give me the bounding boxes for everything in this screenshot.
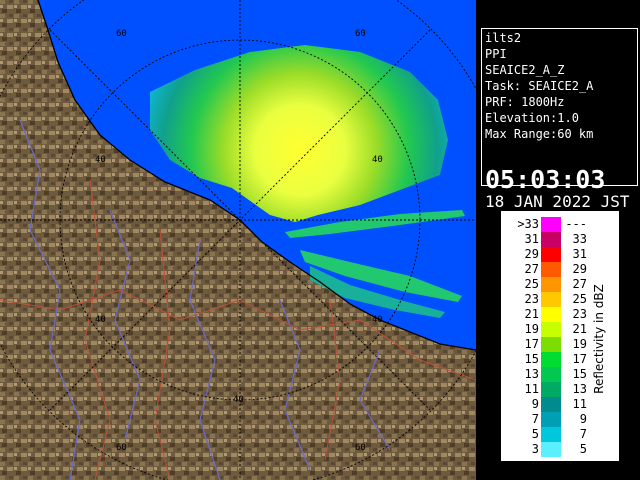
legend-min-value: 3 [531,442,539,456]
legend-swatch [541,412,561,427]
legend-swatch [541,247,561,262]
legend-swatch [541,367,561,382]
range-label: 40 [233,395,244,405]
legend-swatch [541,277,561,292]
legend-swatch [541,262,561,277]
legend-max-value: 25 [572,292,587,306]
legend-swatch [541,322,561,337]
legend-max-value: 19 [572,337,587,351]
info-prf: PRF: 1800Hz [485,95,565,109]
legend-max-value: 15 [572,367,587,381]
legend-max-value: 29 [572,262,587,276]
legend-row: 9 11 [501,397,621,412]
info-product: SEAICE2_A_Z [485,63,565,77]
legend-min-value: 17 [524,337,539,351]
info-elevation: Elevation:1.0 [485,111,579,125]
legend-swatch [541,397,561,412]
legend-min-value: 27 [524,262,539,276]
legend-row: 57 [501,427,621,442]
range-label: 40 [95,155,106,165]
range-label: 60 [116,29,127,39]
legend-max-value: 33 [572,232,587,246]
range-label: 60 [355,29,366,39]
legend-max-value: 9 [579,412,587,426]
legend-min-value: 15 [524,352,539,366]
info-task: Task: SEAICE2_A [485,79,594,93]
radar-ppi-map: 60 60 40 40 40 40 40 60 60 [0,0,476,480]
legend-row: 35 [501,442,621,457]
info-scan-type: PPI [485,47,507,61]
range-label: 60 [355,443,366,453]
legend-min-value: 25 [524,277,539,291]
range-label: 40 [95,315,106,325]
info-panel: ilts2 PPI SEAICE2_A_Z Task: SEAICE2_A PR… [481,28,638,211]
legend-max-value: 21 [572,322,587,336]
legend-min-value: 11 [524,382,539,396]
legend-min-value: 23 [524,292,539,306]
info-time: 05:03:03 [485,165,606,194]
legend-max-value: 11 [572,397,587,411]
legend-swatch [541,427,561,442]
legend-swatch [541,442,561,457]
info-date: 18 JAN 2022 JST [485,192,630,211]
legend-unit-label: Reflectivity in dBZ [592,284,606,394]
legend-max-value: 7 [579,427,587,441]
legend-max-value: 5 [579,442,587,456]
legend-swatch [541,382,561,397]
range-label: 40 [372,155,383,165]
legend-swatch [541,292,561,307]
legend-min-value: 19 [524,322,539,336]
legend-row: 29 31 [501,247,621,262]
legend-max-value: 13 [572,382,587,396]
range-label: 60 [116,443,127,453]
legend-max-value: 31 [572,247,587,261]
legend-max-value: --- [565,217,587,231]
legend-swatch [541,232,561,247]
legend-min-value: >33 [517,217,539,231]
legend-max-value: 27 [572,277,587,291]
legend-min-value: 7 [531,412,539,426]
legend-min-value: 13 [524,367,539,381]
legend-swatch [541,352,561,367]
legend-swatch [541,337,561,352]
info-site: ilts2 [485,31,522,45]
legend-row: >33 --- [501,217,621,232]
legend-row: 79 [501,412,621,427]
legend-min-value: 9 [531,397,539,411]
legend-min-value: 21 [524,307,539,321]
legend-min-value: 5 [531,427,539,441]
legend-swatch [541,217,561,232]
legend-min-value: 31 [524,232,539,246]
legend-row: 31 33 [501,232,621,247]
legend-max-value: 23 [572,307,587,321]
info-max-range: Max Range:60 km [485,127,594,141]
legend-min-value: 29 [524,247,539,261]
legend-row: 27 29 [501,262,621,277]
range-label: 40 [372,315,383,325]
legend-max-value: 17 [572,352,587,366]
legend-swatch [541,307,561,322]
color-legend: >33 --- 31 33 29 31 27 29 25 27 23 25 21 23 19 21 17 19 15… [500,210,620,462]
